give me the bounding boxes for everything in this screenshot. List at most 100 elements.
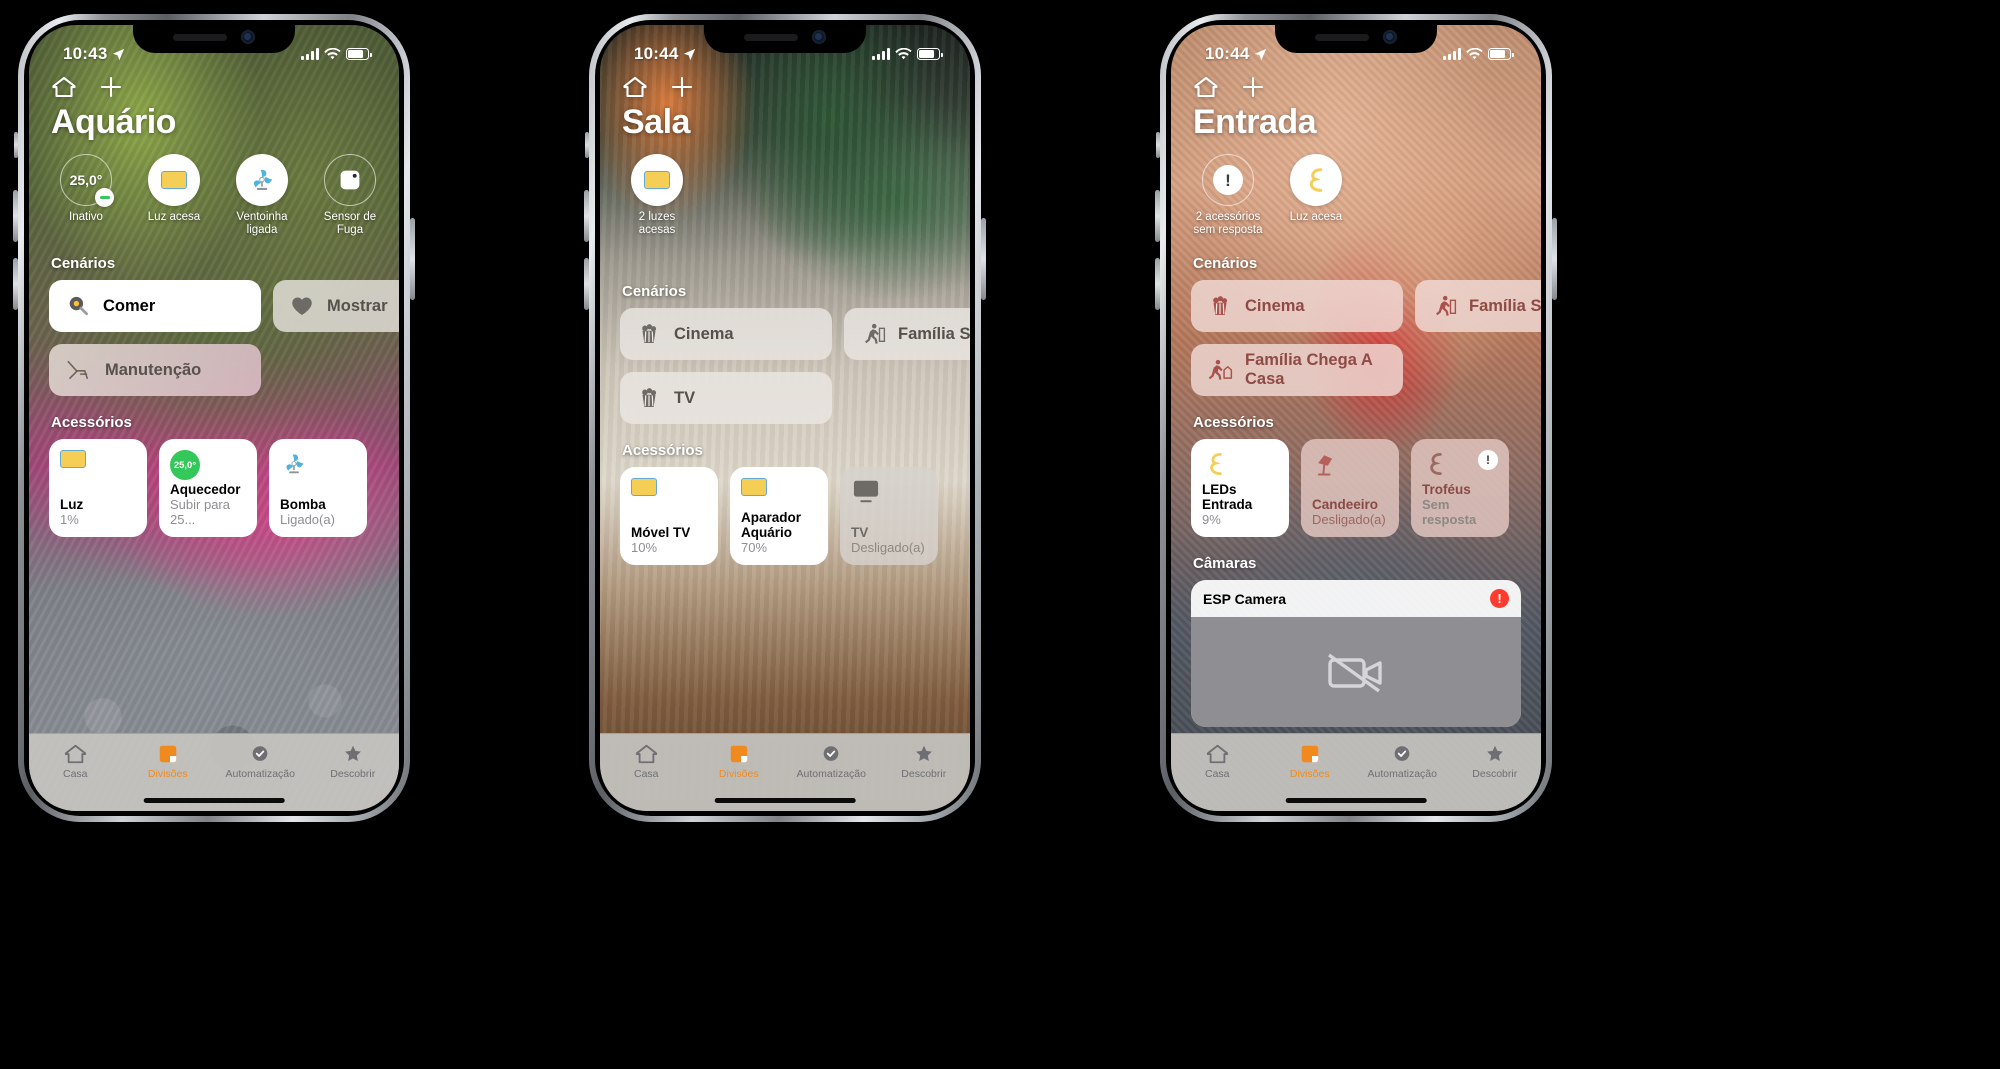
light-status-button[interactable] [148,154,200,206]
scene-tv[interactable]: TV [620,372,832,424]
accessory-trofeus[interactable]: ! Troféus Sem resposta [1411,439,1509,537]
status-circle-light[interactable]: Luz acesa [1279,154,1353,237]
accessory-name: Aparador Aquário [741,510,802,540]
front-camera [241,30,255,44]
accessory-aquecedor[interactable]: 25,0° Aquecedor Subir para 25... [159,439,257,537]
accessories-row: LEDs Entrada 9% Candeeiro Desligado(a) !… [1171,439,1541,537]
status-time: 10:44 [1205,44,1250,63]
home-indicator[interactable] [1285,798,1427,803]
led-strip-icon [1210,452,1222,476]
thermostat-dial[interactable]: 25,0° [60,154,114,207]
home-indicator[interactable] [714,798,856,803]
status-time: 10:43 [63,44,108,63]
accessory-luz[interactable]: Luz 1% [49,439,147,537]
tab-divisoes[interactable]: Divisões [693,743,786,780]
cellular-bars-icon [1443,48,1461,60]
earpiece-speaker [173,33,227,41]
status-circle-lights[interactable]: 2 luzes acesas [620,154,694,237]
silent-switch[interactable] [14,132,18,158]
power-button[interactable] [981,218,986,300]
status-circle-thermostat[interactable]: 25,0° Inativo [49,154,123,237]
tab-descobrir[interactable]: Descobrir [1449,743,1542,780]
tab-casa[interactable]: Casa [1171,743,1264,780]
home-content-aquario: Aquário 25,0° Inativo Luz acesa Ventoinh… [29,25,399,811]
unresponsive-indicator[interactable]: ! [1202,154,1254,206]
volume-down-button[interactable] [584,258,589,310]
status-circle-light[interactable]: Luz acesa [137,154,211,237]
accessory-aparador-aquario[interactable]: Aparador Aquário 70% [730,467,828,565]
tab-label: Automatização [1367,768,1437,780]
accessory-leds-entrada[interactable]: LEDs Entrada 9% [1191,439,1289,537]
scene-familia-chega-a-casa[interactable]: Família Chega A Casa [1191,344,1403,396]
tab-label: Automatização [225,768,295,780]
tab-automatizacao[interactable]: Automatização [214,743,307,780]
power-button[interactable] [410,218,415,300]
home-icon[interactable] [622,75,648,99]
tab-divisoes[interactable]: Divisões [1264,743,1357,780]
leak-sensor-button[interactable] [324,154,376,206]
home-icon[interactable] [51,75,77,99]
volume-down-button[interactable] [13,258,18,310]
accessory-candeeiro[interactable]: Candeeiro Desligado(a) [1301,439,1399,537]
volume-down-button[interactable] [1155,258,1160,310]
home-icon[interactable] [1193,75,1219,99]
accessory-icon-row [60,450,136,468]
automation-clock-icon [1394,746,1410,761]
camera-card-esp[interactable]: ESP Camera ! [1191,580,1521,727]
scene-cinema[interactable]: Cinema [1191,280,1403,332]
tab-descobrir[interactable]: Descobrir [878,743,971,780]
accessory-status: Desligado(a) [1312,512,1386,527]
silent-switch[interactable] [1156,132,1160,158]
led-status-button[interactable] [1290,154,1342,206]
tab-divisoes[interactable]: Divisões [122,743,215,780]
accessory-text: LEDs Entrada 9% [1202,482,1278,527]
status-time-group: 10:43 [63,44,125,64]
status-circle-label: Luz acesa [1289,211,1343,223]
error-badge-icon: ! [1490,589,1509,608]
status-circle-unresponsive[interactable]: ! 2 acessórios sem resposta [1191,154,1265,237]
fan-status-button[interactable] [236,154,288,206]
home-indicator[interactable] [143,798,285,803]
accessory-bomba[interactable]: Bomba Ligado(a) [269,439,367,537]
volume-up-button[interactable] [1155,190,1160,242]
silent-switch[interactable] [585,132,589,158]
tab-casa[interactable]: Casa [29,743,122,780]
scene-cinema[interactable]: Cinema [620,308,832,360]
plus-icon[interactable] [670,75,694,99]
tab-automatizacao[interactable]: Automatização [785,743,878,780]
popcorn-icon [642,324,657,343]
plus-icon[interactable] [99,75,123,99]
scene-familia-sai[interactable]: Família S... [1415,280,1541,332]
accessory-icon-row [631,478,707,496]
scene-familia-sai[interactable]: Família S... [844,308,970,360]
status-indicators [301,47,372,61]
accessory-text: Troféus Sem resposta [1422,482,1498,527]
scene-comer[interactable]: Comer [49,280,261,332]
light-rectangle-icon [161,171,187,189]
star-icon [1486,745,1503,761]
plus-icon[interactable] [1241,75,1265,99]
tab-descobrir[interactable]: Descobrir [307,743,400,780]
page-title: Aquário [51,103,176,141]
accessory-name: Luz [60,497,84,512]
scene-mostrar[interactable]: Mostrar [273,280,399,332]
accessory-movel-tv[interactable]: Móvel TV 10% [620,467,718,565]
accessory-icon-row [741,478,817,496]
volume-up-button[interactable] [13,190,18,242]
lights-status-button[interactable] [631,154,683,206]
tab-casa[interactable]: Casa [600,743,693,780]
status-circle-fan[interactable]: Ventoinha ligada [225,154,299,237]
status-circle-leak-sensor[interactable]: Sensor de Fuga [313,154,387,237]
status-circle-label: Ventoinha ligada [236,211,288,236]
minus-badge [95,188,114,207]
power-button[interactable] [1552,218,1557,300]
camera-header: ESP Camera ! [1191,580,1521,617]
scene-manutencao[interactable]: Manutenção [49,344,261,396]
accessory-tv[interactable]: TV Desligado(a) [840,467,938,565]
scenes-row-2: Família Chega A Casa [1171,344,1541,396]
screen-sala: 10:44 Sala 2 luzes acesas Cenários Cinem… [600,25,970,811]
tab-automatizacao[interactable]: Automatização [1356,743,1449,780]
volume-up-button[interactable] [584,190,589,242]
iphone-aquario: 10:43 Aquário 25,0° Inativo Luz acesa Ve… [13,14,415,822]
iphone-sala: 10:44 Sala 2 luzes acesas Cenários Cinem… [584,14,986,822]
